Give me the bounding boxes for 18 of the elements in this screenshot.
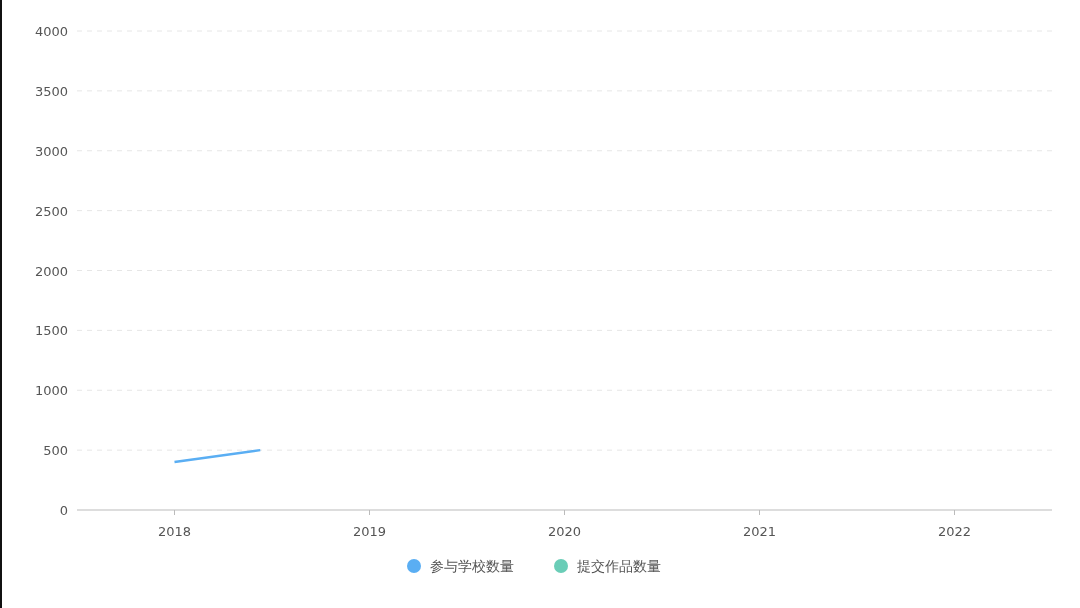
legend-label[interactable]: 提交作品数量	[577, 558, 661, 574]
legend-marker[interactable]	[554, 559, 568, 573]
legend-marker[interactable]	[407, 559, 421, 573]
y-axis-label: 1500	[34, 323, 68, 339]
y-axis-label: 2500	[34, 203, 68, 219]
y-axis-label: 4000	[34, 24, 68, 39]
y-axis-label: 1000	[34, 383, 68, 399]
y-axis-label: 3000	[34, 143, 68, 159]
x-axis-label: 2022	[937, 524, 972, 539]
y-axis-label: 2000	[34, 263, 68, 279]
y-axis-label: 3500	[34, 83, 68, 99]
legend-label[interactable]: 参与学校数量	[430, 558, 514, 574]
y-axis-label: 500	[43, 443, 68, 459]
x-axis-label: 2018	[157, 524, 192, 539]
x-axis-label: 2019	[352, 524, 387, 539]
x-axis-label: 2021	[742, 524, 777, 539]
y-axis-label: 0	[59, 503, 68, 518]
x-axis-label: 2020	[547, 524, 582, 539]
